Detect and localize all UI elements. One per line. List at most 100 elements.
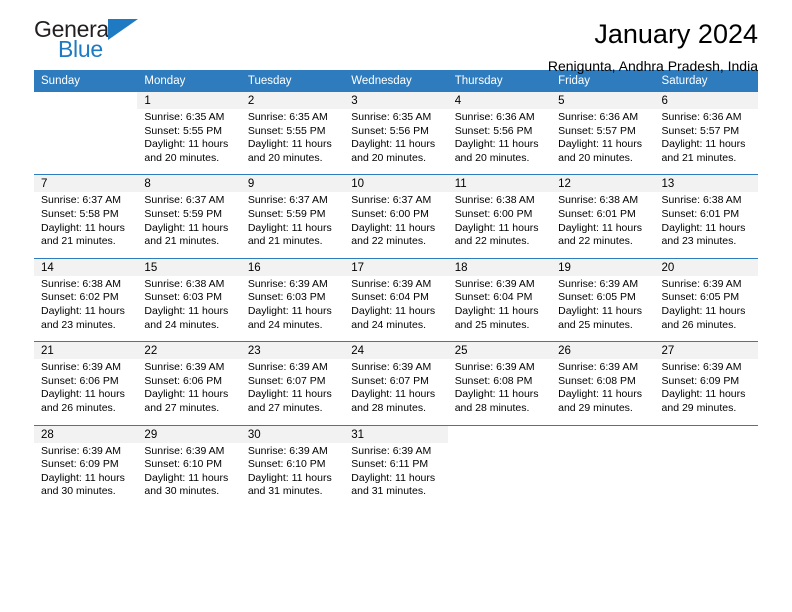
day-cell[interactable]: Sunrise: 6:37 AM Sunset: 6:00 PM Daylight:… <box>344 192 448 259</box>
day-cell[interactable]: Sunrise: 6:39 AM Sunset: 6:09 PM Daylight:… <box>654 359 758 425</box>
day-cell[interactable]: Sunrise: 6:39 AM Sunset: 6:05 PM Daylight:… <box>654 275 758 342</box>
day-daylight1-text: Daylight: 11 hours <box>144 471 229 484</box>
day-cell[interactable]: Sunrise: 6:38 AM Sunset: 6:02 PM Daylight:… <box>34 275 138 342</box>
generalblue-logo[interactable]: General Blue <box>34 16 156 64</box>
day-daylight1-text: Daylight: 11 hours <box>247 138 332 151</box>
day-cell[interactable]: Sunrise: 6:39 AM Sunset: 6:03 PM Daylight:… <box>240 275 345 342</box>
day-number[interactable]: 10 <box>344 174 448 193</box>
day-cell[interactable]: Sunrise: 6:39 AM Sunset: 6:05 PM Daylight:… <box>551 275 655 342</box>
day-daylight2-text: and 29 minutes. <box>558 401 633 414</box>
day-cell[interactable]: Sunrise: 6:35 AM Sunset: 5:55 PM Daylight:… <box>137 109 241 175</box>
day-cell[interactable]: Sunrise: 6:38 AM Sunset: 6:01 PM Daylight:… <box>551 192 655 259</box>
day-number[interactable]: 28 <box>34 424 138 443</box>
day-number[interactable]: 9 <box>240 174 345 193</box>
day-cell[interactable]: Sunrise: 6:36 AM Sunset: 5:57 PM Daylight:… <box>551 109 655 175</box>
day-cell[interactable]: Sunrise: 6:37 AM Sunset: 5:59 PM Daylight:… <box>137 192 241 259</box>
day-cell[interactable]: Sunrise: 6:37 AM Sunset: 5:59 PM Daylight:… <box>240 192 345 259</box>
day-number[interactable]: 12 <box>551 174 655 193</box>
day-daylight2-text: and 30 minutes. <box>41 485 116 498</box>
day-daylight2-text: and 24 minutes. <box>247 318 323 331</box>
day-sunrise-text: Sunrise: 6:36 AM <box>558 111 639 123</box>
day-cell[interactable]: Sunrise: 6:39 AM Sunset: 6:10 PM Daylight:… <box>137 442 241 508</box>
day-number[interactable]: 31 <box>344 424 448 443</box>
day-number[interactable]: 7 <box>34 174 138 193</box>
day-cell[interactable]: Sunrise: 6:39 AM Sunset: 6:07 PM Daylight:… <box>344 359 448 425</box>
day-number[interactable]: 21 <box>34 341 138 360</box>
day-sunrise-text: Sunrise: 6:39 AM <box>144 361 225 374</box>
day-daylight2-text: and 27 minutes. <box>247 401 323 414</box>
day-cell[interactable]: Sunrise: 6:39 AM Sunset: 6:04 PM Daylight:… <box>344 275 448 342</box>
day-sunset-text: Sunset: 5:57 PM <box>661 124 740 137</box>
day-daylight2-text: and 31 minutes. <box>247 485 323 498</box>
day-number[interactable]: 24 <box>344 341 448 360</box>
day-sunrise-text: Sunrise: 6:39 AM <box>454 277 535 290</box>
day-cell[interactable]: Sunrise: 6:39 AM Sunset: 6:11 PM Daylight:… <box>344 442 448 508</box>
day-number[interactable]: 11 <box>447 174 552 193</box>
page-header: General Blue January 2024 Renigunta, And… <box>34 0 758 74</box>
day-sunrise-text: Sunrise: 6:39 AM <box>661 277 742 290</box>
day-number[interactable]: 25 <box>447 341 552 360</box>
day-cell[interactable]: Sunrise: 6:39 AM Sunset: 6:10 PM Daylight:… <box>240 442 345 508</box>
day-daylight2-text: and 24 minutes. <box>144 318 220 331</box>
day-number[interactable]: 15 <box>137 257 241 276</box>
day-sunset-text: Sunset: 5:59 PM <box>144 207 223 220</box>
day-cell[interactable]: Sunrise: 6:39 AM Sunset: 6:09 PM Daylight:… <box>34 442 138 508</box>
day-cell[interactable]: Sunrise: 6:36 AM Sunset: 5:56 PM Daylight:… <box>447 109 552 175</box>
day-number[interactable]: 23 <box>240 341 345 360</box>
day-cell[interactable]: Sunrise: 6:38 AM Sunset: 6:00 PM Daylight:… <box>447 192 552 259</box>
day-number[interactable]: 27 <box>654 341 758 360</box>
day-cell[interactable]: Sunrise: 6:38 AM Sunset: 6:01 PM Daylight:… <box>654 192 758 259</box>
day-number[interactable]: 4 <box>447 92 552 109</box>
day-cell[interactable]: Sunrise: 6:36 AM Sunset: 5:57 PM Daylight:… <box>654 109 758 175</box>
day-cell[interactable]: Sunrise: 6:39 AM Sunset: 6:07 PM Daylight:… <box>240 359 345 425</box>
day-number[interactable]: 8 <box>137 174 241 193</box>
day-daylight1-text: Daylight: 11 hours <box>41 304 125 317</box>
day-sunrise-text: Sunrise: 6:39 AM <box>41 444 121 457</box>
day-daylight1-text: Daylight: 11 hours <box>454 388 539 401</box>
day-cell[interactable]: Sunrise: 6:35 AM Sunset: 5:55 PM Daylight:… <box>240 109 345 175</box>
day-daylight2-text: and 29 minutes. <box>661 401 737 414</box>
day-number[interactable]: 5 <box>551 92 655 109</box>
day-cell[interactable]: Sunrise: 6:35 AM Sunset: 5:56 PM Daylight:… <box>344 109 448 175</box>
day-cell[interactable]: Sunrise: 6:39 AM Sunset: 6:08 PM Daylight:… <box>447 359 552 425</box>
title-block: January 2024 Renigunta, Andhra Pradesh, … <box>548 16 758 76</box>
day-cell[interactable]: Sunrise: 6:39 AM Sunset: 6:06 PM Daylight:… <box>34 359 138 425</box>
day-number[interactable]: 18 <box>447 257 552 276</box>
day-number[interactable]: 3 <box>344 92 448 109</box>
day-number[interactable]: 2 <box>240 92 345 109</box>
day-number[interactable]: 6 <box>654 92 758 109</box>
sunrise-sunset-calendar: Sunday Monday Tuesday Wednesday Thursday… <box>34 70 758 508</box>
day-cell[interactable]: Sunrise: 6:39 AM Sunset: 6:04 PM Daylight:… <box>447 275 552 342</box>
day-daylight1-text: Daylight: 11 hours <box>144 304 229 317</box>
day-number[interactable]: 20 <box>654 257 758 276</box>
day-sunrise-text: Sunrise: 6:37 AM <box>247 194 328 207</box>
day-sunrise-text: Sunrise: 6:38 AM <box>454 194 535 207</box>
day-number[interactable]: 29 <box>137 424 241 443</box>
day-number[interactable]: 19 <box>551 257 655 276</box>
day-sunset-text: Sunset: 6:06 PM <box>144 374 223 387</box>
day-sunrise-text: Sunrise: 6:38 AM <box>558 194 639 207</box>
day-cell[interactable]: Sunrise: 6:39 AM Sunset: 6:06 PM Daylight:… <box>137 359 241 425</box>
day-daylight1-text: Daylight: 11 hours <box>351 471 436 484</box>
location-subtitle: Renigunta, Andhra Pradesh, India <box>547 58 758 74</box>
day-sunset-text: Sunset: 6:07 PM <box>247 374 326 387</box>
day-cell-empty <box>34 109 138 175</box>
day-sunset-text: Sunset: 5:57 PM <box>558 124 636 137</box>
day-number[interactable]: 17 <box>344 257 448 276</box>
day-sunset-text: Sunset: 6:05 PM <box>558 291 636 304</box>
day-sunrise-text: Sunrise: 6:35 AM <box>144 111 225 123</box>
day-number[interactable]: 26 <box>551 341 655 360</box>
day-number[interactable]: 30 <box>240 424 345 443</box>
day-number[interactable]: 16 <box>240 257 345 276</box>
day-cell[interactable]: Sunrise: 6:38 AM Sunset: 6:03 PM Daylight:… <box>137 275 241 342</box>
day-cell[interactable]: Sunrise: 6:39 AM Sunset: 6:08 PM Daylight:… <box>551 359 655 425</box>
day-cell[interactable]: Sunrise: 6:37 AM Sunset: 5:58 PM Daylight:… <box>34 192 138 259</box>
day-daylight2-text: and 27 minutes. <box>144 401 220 414</box>
day-number[interactable]: 1 <box>137 92 241 109</box>
day-cell-empty <box>654 442 758 508</box>
day-number[interactable]: 13 <box>654 174 758 193</box>
day-number[interactable]: 22 <box>137 341 241 360</box>
day-number[interactable]: 14 <box>34 257 138 276</box>
day-sunset-text: Sunset: 6:03 PM <box>144 291 223 304</box>
day-daylight1-text: Daylight: 11 hours <box>247 388 332 401</box>
